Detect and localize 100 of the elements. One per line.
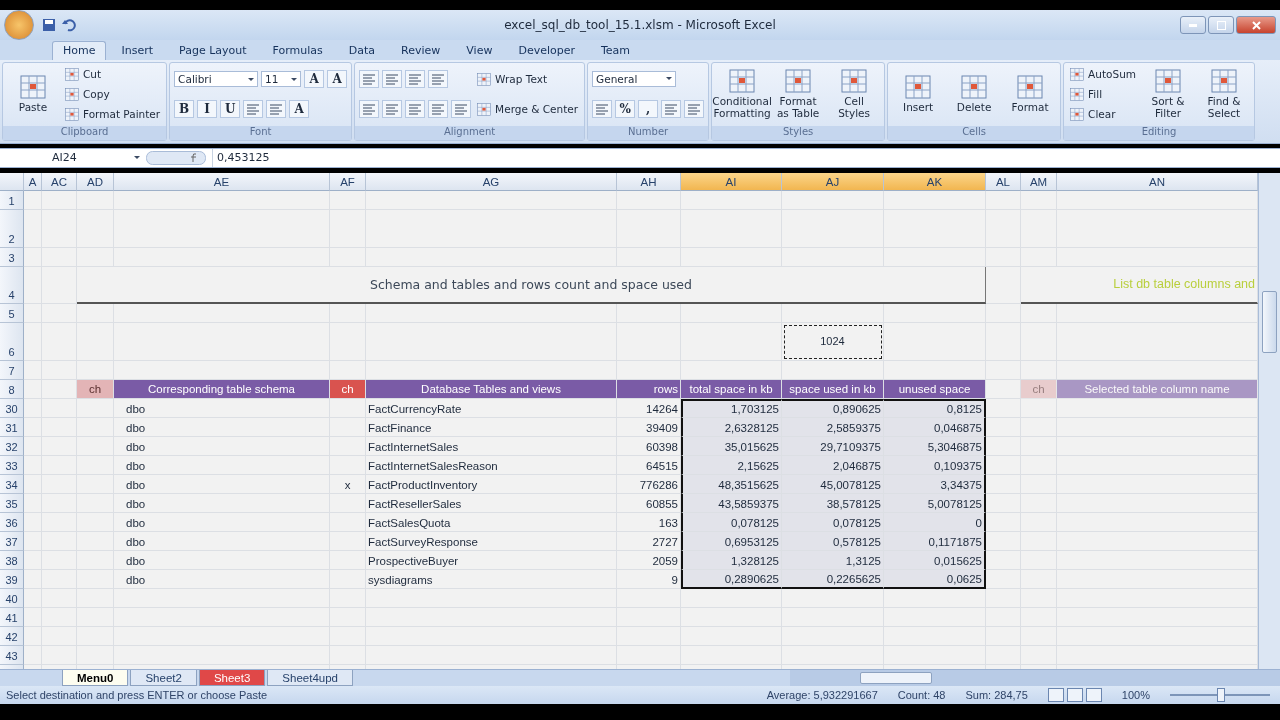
horizontal-scrollbar[interactable]	[790, 670, 1280, 687]
office-button[interactable]	[4, 10, 34, 40]
ribbon-button[interactable]: Delete	[948, 73, 1001, 116]
toolbar-button[interactable]	[359, 70, 380, 89]
toolbar-button[interactable]	[451, 100, 472, 119]
vertical-scrollbar[interactable]	[1258, 173, 1280, 670]
restore-button[interactable]	[1208, 16, 1234, 34]
empty-cell[interactable]	[330, 191, 366, 211]
empty-cell[interactable]	[1057, 494, 1258, 514]
function-icon[interactable]	[146, 151, 206, 165]
row-header[interactable]: 35	[0, 494, 24, 514]
sheet-tab[interactable]: Sheet4upd	[267, 670, 353, 687]
empty-cell[interactable]	[24, 589, 42, 609]
ribbon-button[interactable]: Format as Table	[772, 67, 825, 122]
row-header[interactable]: 1	[0, 191, 24, 211]
empty-cell[interactable]	[114, 304, 330, 324]
select-all-corner[interactable]	[0, 173, 24, 192]
empty-cell[interactable]	[681, 589, 782, 609]
empty-cell[interactable]	[42, 304, 77, 324]
empty-cell[interactable]	[24, 267, 42, 305]
empty-cell[interactable]	[42, 191, 77, 211]
empty-cell[interactable]	[24, 570, 42, 590]
empty-cell[interactable]	[24, 380, 42, 400]
empty-cell[interactable]	[366, 191, 617, 211]
row-header[interactable]: 40	[0, 589, 24, 609]
toolbar-button[interactable]	[592, 99, 613, 118]
row-header[interactable]: 5	[0, 304, 24, 324]
empty-cell[interactable]	[617, 191, 681, 211]
empty-cell[interactable]	[884, 191, 986, 211]
row-header[interactable]: 3	[0, 248, 24, 268]
ribbon-tab[interactable]: Formulas	[261, 40, 334, 60]
column-header[interactable]: AK	[884, 173, 986, 192]
toolbar-button[interactable]	[243, 100, 264, 119]
empty-cell[interactable]	[1057, 589, 1258, 609]
sheet-tab[interactable]: Menu0	[62, 670, 129, 687]
ribbon-button[interactable]: Sort & Filter	[1142, 67, 1195, 122]
empty-cell[interactable]	[24, 608, 42, 628]
ribbon-tab[interactable]: Developer	[507, 40, 586, 60]
dropdown-field[interactable]: 11	[261, 71, 302, 88]
column-header[interactable]: AN	[1057, 173, 1258, 192]
close-button[interactable]	[1236, 16, 1276, 34]
row-header[interactable]: 39	[0, 570, 24, 590]
empty-cell[interactable]	[782, 589, 884, 609]
zoom-thumb[interactable]	[1217, 688, 1225, 703]
empty-cell[interactable]	[77, 304, 114, 324]
toolbar-button[interactable]	[405, 100, 426, 119]
empty-cell[interactable]	[1057, 361, 1258, 381]
row-header[interactable]: 30	[0, 399, 24, 419]
toolbar-button[interactable]	[661, 99, 682, 118]
ribbon-button[interactable]: Wrap Text	[475, 71, 581, 87]
ribbon-button[interactable]: Format	[1004, 73, 1057, 116]
toolbar-button[interactable]	[428, 100, 449, 119]
column-header[interactable]: AD	[77, 173, 114, 192]
column-header[interactable]: AE	[114, 173, 330, 192]
empty-cell[interactable]	[1057, 418, 1258, 438]
row-header[interactable]: 38	[0, 551, 24, 571]
empty-cell[interactable]	[884, 304, 986, 324]
column-header[interactable]: A	[24, 173, 42, 192]
column-header[interactable]: AI	[681, 173, 782, 192]
empty-cell[interactable]	[24, 248, 42, 268]
ribbon-button[interactable]: Fill	[1068, 86, 1139, 102]
ribbon-tab[interactable]: Home	[52, 40, 107, 60]
empty-cell[interactable]	[986, 361, 1021, 381]
page-layout-button[interactable]	[1066, 688, 1083, 703]
text-style-button[interactable]: A	[289, 100, 310, 119]
empty-cell[interactable]	[1057, 608, 1258, 628]
empty-cell[interactable]	[24, 494, 42, 514]
column-header[interactable]: AM	[1021, 173, 1057, 192]
empty-cell[interactable]	[1057, 627, 1258, 647]
text-style-button[interactable]: ,	[638, 99, 659, 118]
empty-cell[interactable]	[1057, 570, 1258, 590]
text-style-button[interactable]: %	[615, 99, 636, 118]
empty-cell[interactable]	[24, 551, 42, 571]
column-header[interactable]: AF	[330, 173, 366, 192]
ribbon-button[interactable]: Cell Styles	[828, 67, 881, 122]
toolbar-button[interactable]	[428, 70, 449, 89]
column-header[interactable]: AJ	[782, 173, 884, 192]
text-style-button[interactable]: B	[174, 100, 195, 119]
ribbon-tab[interactable]: Review	[390, 40, 452, 60]
empty-cell[interactable]	[24, 646, 42, 666]
toolbar-button[interactable]	[684, 99, 705, 118]
row-header[interactable]: 2	[0, 210, 24, 249]
empty-cell[interactable]	[884, 589, 986, 609]
row-header[interactable]: 43	[0, 646, 24, 666]
text-style-button[interactable]: A	[304, 70, 325, 89]
ribbon-button[interactable]: Insert	[892, 73, 945, 116]
empty-cell[interactable]	[24, 323, 42, 362]
dropdown-field[interactable]: Calibri	[174, 71, 259, 88]
empty-cell[interactable]	[42, 361, 77, 381]
normal-view-button[interactable]	[1047, 688, 1064, 703]
undo-icon[interactable]	[62, 18, 76, 32]
empty-cell[interactable]	[1057, 646, 1258, 666]
ribbon-button[interactable]: AutoSum	[1068, 66, 1139, 82]
empty-cell[interactable]	[42, 267, 77, 305]
ribbon-button[interactable]: Paste	[7, 73, 59, 116]
empty-cell[interactable]	[24, 513, 42, 533]
ribbon-button[interactable]: Merge & Center	[475, 101, 581, 117]
empty-cell[interactable]	[782, 304, 884, 324]
empty-cell[interactable]	[77, 191, 114, 211]
empty-cell[interactable]	[617, 304, 681, 324]
